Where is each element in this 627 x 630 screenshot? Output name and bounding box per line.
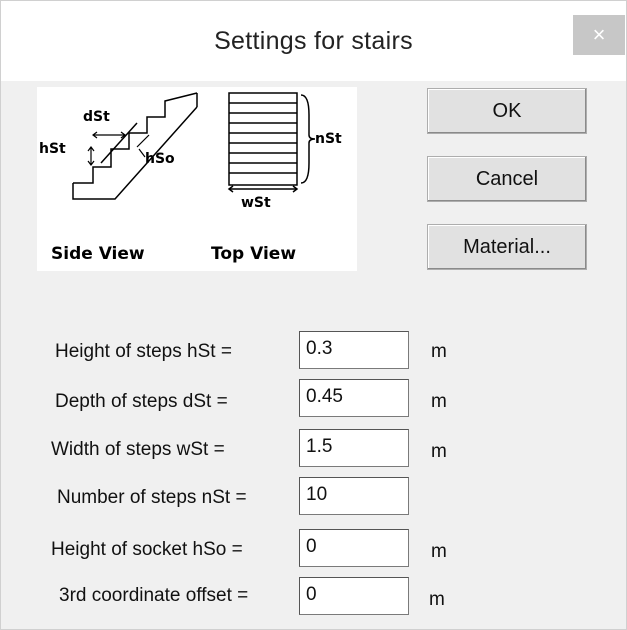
side-view-label: Side View (51, 244, 145, 264)
height-of-socket-unit: m (431, 541, 447, 562)
number-of-steps-input[interactable]: 10 (299, 477, 409, 515)
dialog-title: Settings for stairs (214, 27, 413, 55)
wst-label: wSt (241, 195, 271, 211)
ok-button[interactable]: OK (427, 88, 587, 134)
width-of-steps-label: Width of steps wSt = (51, 439, 225, 460)
nst-label: nSt (315, 131, 342, 147)
coordinate-offset-label: 3rd coordinate offset = (59, 585, 249, 606)
stairs-illustration: dSt hSt hSo nSt wSt Side View Top View (37, 87, 357, 271)
title-bar: Settings for stairs × (1, 1, 626, 81)
cancel-button[interactable]: Cancel (427, 156, 587, 202)
close-button[interactable]: × (573, 15, 625, 55)
width-of-steps-unit: m (431, 441, 447, 462)
depth-of-steps-label: Depth of steps dSt = (55, 391, 228, 412)
number-of-steps-label: Number of steps nSt = (57, 487, 247, 508)
material-button[interactable]: Material... (427, 224, 587, 270)
dst-label: dSt (83, 109, 110, 125)
top-view-label: Top View (211, 244, 296, 264)
depth-of-steps-input[interactable]: 0.45 (299, 379, 409, 417)
height-of-steps-label: Height of steps hSt = (55, 341, 232, 362)
depth-of-steps-unit: m (431, 391, 447, 412)
hst-label: hSt (39, 141, 66, 157)
height-of-socket-label: Height of socket hSo = (51, 539, 243, 560)
stairs-settings-dialog: Settings for stairs × dSt hSt hSo nSt wS… (0, 0, 627, 630)
height-of-steps-unit: m (431, 341, 447, 362)
width-of-steps-input[interactable]: 1.5 (299, 429, 409, 467)
stairs-diagram: dSt hSt hSo nSt wSt Side View Top View (39, 92, 342, 264)
top-view-drawing (227, 92, 316, 193)
hso-label: hSo (145, 151, 175, 167)
coordinate-offset-input[interactable]: 0 (299, 577, 409, 615)
coordinate-offset-unit: m (429, 589, 445, 610)
height-of-steps-input[interactable]: 0.3 (299, 331, 409, 369)
height-of-socket-input[interactable]: 0 (299, 529, 409, 567)
close-icon: × (592, 22, 606, 47)
